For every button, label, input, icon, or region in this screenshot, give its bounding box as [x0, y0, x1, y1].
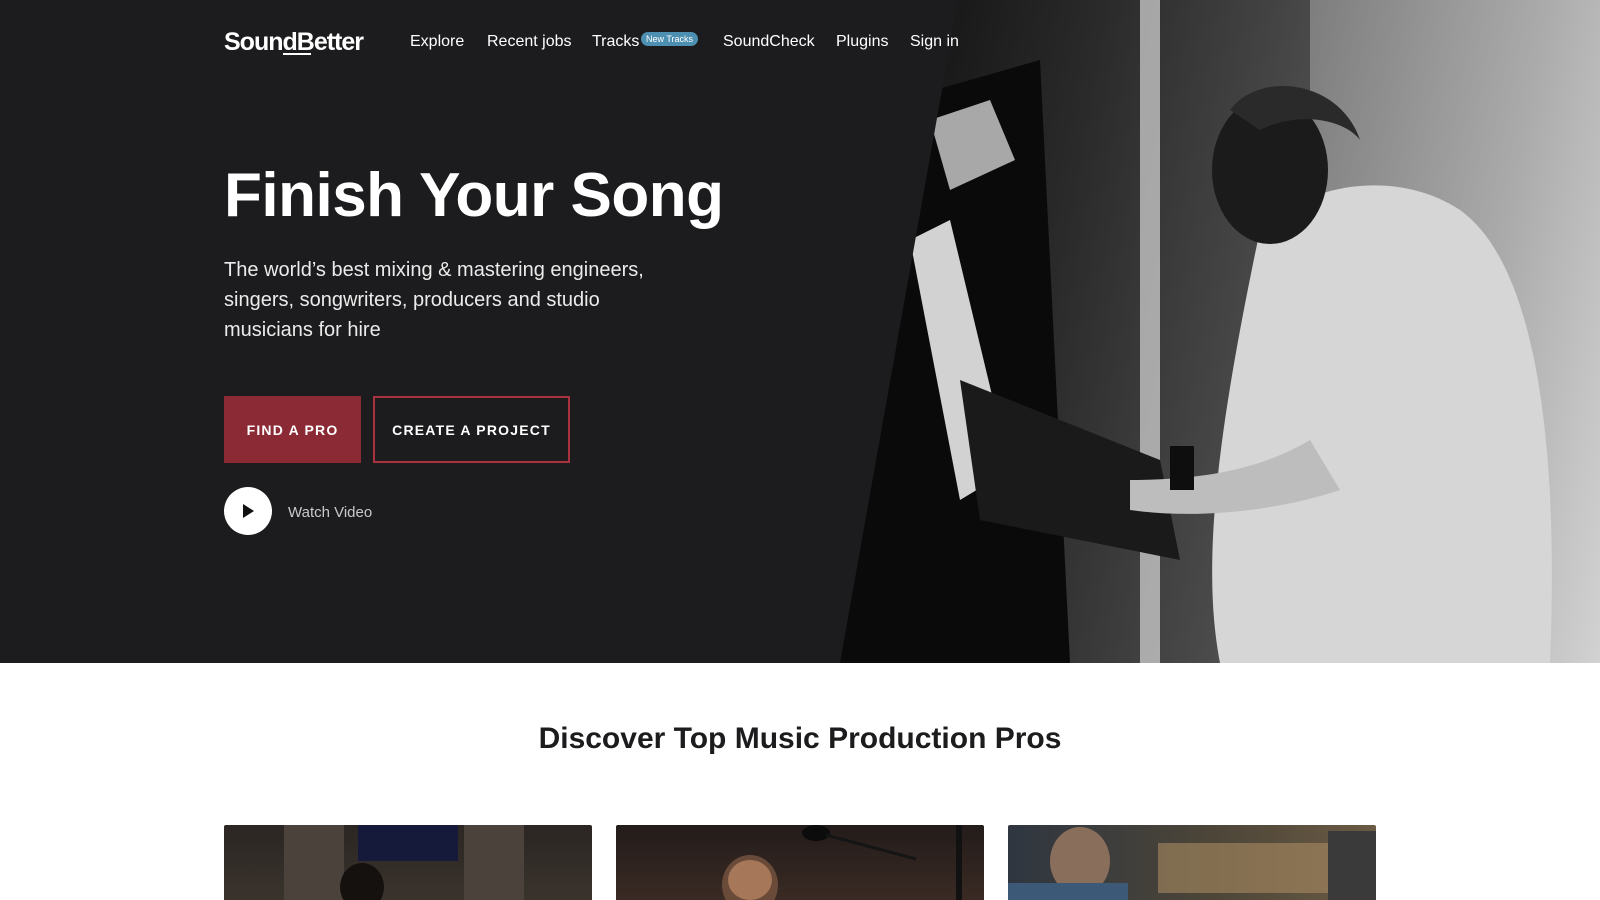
find-a-pro-button[interactable]: FIND A PRO [224, 396, 361, 463]
nav-explore[interactable]: Explore [410, 33, 464, 51]
create-a-project-button[interactable]: CREATE A PROJECT [373, 396, 570, 463]
nav-recent-jobs[interactable]: Recent jobs [487, 33, 572, 51]
discover-section-title: Discover Top Music Production Pros [538, 722, 1062, 755]
watch-video-link[interactable]: Watch Video [288, 504, 372, 521]
singer-image [722, 825, 962, 900]
nav-plugins[interactable]: Plugins [836, 33, 888, 51]
pro-card-singer[interactable] [616, 825, 984, 900]
play-icon [243, 504, 254, 518]
pro-card-studio-musician[interactable] [224, 825, 592, 900]
nav-tracks[interactable]: Tracks [592, 33, 639, 51]
hero-section: SoundBetter Explore Recent jobs Tracks N… [0, 0, 1600, 663]
engineer-image [1008, 827, 1376, 900]
nav-soundcheck[interactable]: SoundCheck [723, 33, 815, 51]
logo-underline [283, 53, 311, 55]
pro-card-engineer[interactable] [1008, 825, 1376, 900]
hero-pianist-image [840, 0, 1600, 663]
hero-title: Finish Your Song [224, 161, 724, 230]
studio-musician-image [284, 825, 524, 900]
watch-video-button[interactable] [224, 487, 272, 535]
nav-sign-in[interactable]: Sign in [910, 33, 959, 51]
new-tracks-badge: New Tracks [641, 32, 699, 46]
hero-subtitle: The world’s best mixing & mastering engi… [224, 259, 644, 341]
